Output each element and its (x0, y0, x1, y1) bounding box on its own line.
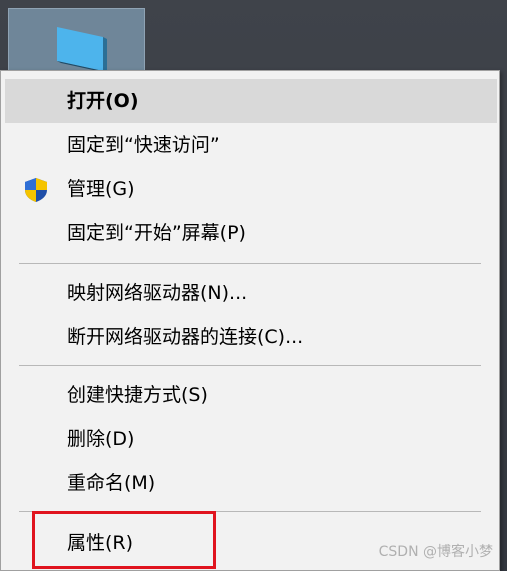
menu-separator (19, 365, 481, 366)
menu-item-pin-quick-access[interactable]: 固定到“快速访问” (5, 123, 497, 167)
menu-item-open[interactable]: 打开(O) (5, 79, 497, 123)
context-menu: 打开(O) 固定到“快速访问” 管理(G) 固定到“开始”屏幕(P) 映射网络驱… (0, 70, 500, 571)
menu-item-label: 断开网络驱动器的连接(C)... (67, 326, 304, 348)
menu-item-label: 创建快捷方式(S) (67, 384, 208, 406)
menu-item-label: 管理(G) (67, 178, 135, 200)
menu-item-disconnect-network-drive[interactable]: 断开网络驱动器的连接(C)... (5, 315, 497, 359)
monitor-icon (57, 27, 107, 73)
menu-item-label: 删除(D) (67, 428, 135, 450)
menu-item-label: 固定到“快速访问” (67, 134, 220, 156)
uac-shield-icon (25, 178, 47, 202)
menu-item-label: 固定到“开始”屏幕(P) (67, 222, 246, 244)
menu-item-label: 打开(O) (67, 90, 139, 112)
menu-item-manage[interactable]: 管理(G) (5, 167, 497, 211)
watermark: CSDN @博客小梦 (378, 544, 493, 560)
menu-separator (19, 263, 481, 264)
menu-item-map-network-drive[interactable]: 映射网络驱动器(N)... (5, 271, 497, 315)
menu-item-rename[interactable]: 重命名(M) (5, 461, 497, 505)
menu-item-create-shortcut[interactable]: 创建快捷方式(S) (5, 373, 497, 417)
properties-highlight-box (32, 511, 216, 569)
menu-item-label: 映射网络驱动器(N)... (67, 282, 248, 304)
desktop-icon-this-pc[interactable] (8, 8, 145, 78)
menu-item-label: 重命名(M) (67, 472, 156, 494)
menu-item-pin-start[interactable]: 固定到“开始”屏幕(P) (5, 211, 497, 255)
menu-item-delete[interactable]: 删除(D) (5, 417, 497, 461)
